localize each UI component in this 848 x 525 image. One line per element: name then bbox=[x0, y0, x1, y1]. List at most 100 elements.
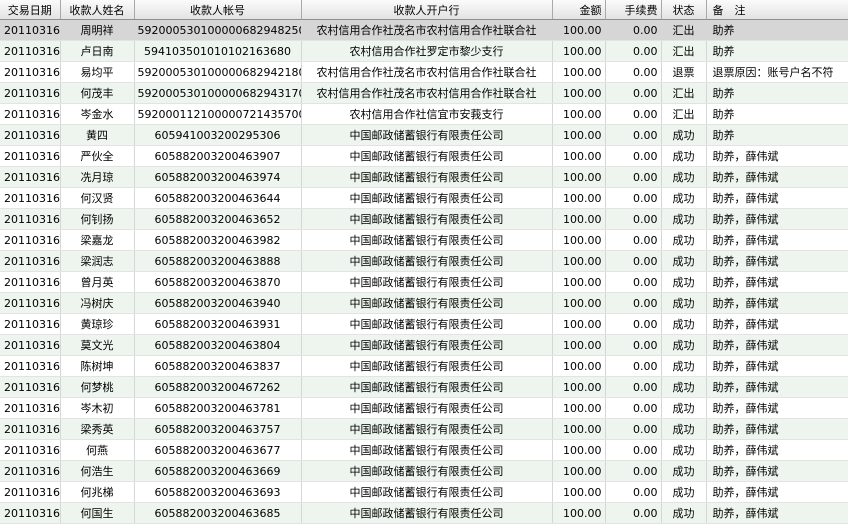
cell-amount: 100.00 bbox=[552, 376, 606, 398]
cell-payee-account: 605882003200463644 bbox=[134, 187, 302, 209]
cell-payee-bank: 中国邮政储蓄银行有限责任公司 bbox=[301, 292, 553, 314]
cell-payee-bank: 中国邮政储蓄银行有限责任公司 bbox=[301, 502, 553, 524]
cell-amount: 100.00 bbox=[552, 313, 606, 335]
cell-payee-name: 卢日南 bbox=[60, 40, 135, 62]
cell-payee-name: 岑金水 bbox=[60, 103, 135, 125]
cell-amount: 100.00 bbox=[552, 19, 606, 41]
table-row[interactable]: 20110316 曾月英 605882003200463870 中国邮政储蓄银行… bbox=[0, 271, 848, 293]
cell-payee-bank: 中国邮政储蓄银行有限责任公司 bbox=[301, 355, 553, 377]
cell-payee-bank: 中国邮政储蓄银行有限责任公司 bbox=[301, 481, 553, 503]
cell-date: 20110316 bbox=[0, 166, 61, 188]
cell-fee: 0.00 bbox=[605, 82, 662, 104]
column-header-amount[interactable]: 金额 bbox=[552, 0, 606, 20]
table-row[interactable]: 20110316 何国生 605882003200463685 中国邮政储蓄银行… bbox=[0, 502, 848, 524]
cell-date: 20110316 bbox=[0, 292, 61, 314]
cell-payee-name: 何钊扬 bbox=[60, 208, 135, 230]
cell-payee-account: 59200011210000072143570011 bbox=[134, 103, 302, 125]
cell-payee-name: 冼月琼 bbox=[60, 166, 135, 188]
cell-note: 助养，薛伟斌 bbox=[706, 271, 848, 293]
table-row[interactable]: 20110316 岑木初 605882003200463781 中国邮政储蓄银行… bbox=[0, 397, 848, 419]
table-row[interactable]: 20110316 何汉贤 605882003200463644 中国邮政储蓄银行… bbox=[0, 187, 848, 209]
cell-note: 助养，薛伟斌 bbox=[706, 292, 848, 314]
cell-amount: 100.00 bbox=[552, 208, 606, 230]
table-row[interactable]: 20110316 何浩生 605882003200463669 中国邮政储蓄银行… bbox=[0, 460, 848, 482]
cell-payee-bank: 农村信用合作社茂名市农村信用合作社联合社 bbox=[301, 82, 553, 104]
cell-status: 成功 bbox=[661, 418, 707, 440]
cell-status: 成功 bbox=[661, 481, 707, 503]
cell-date: 20110316 bbox=[0, 502, 61, 524]
cell-note: 助养，薛伟斌 bbox=[706, 313, 848, 335]
cell-status: 成功 bbox=[661, 229, 707, 251]
column-header-payee-name[interactable]: 收款人姓名 bbox=[60, 0, 135, 20]
cell-fee: 0.00 bbox=[605, 397, 662, 419]
cell-status: 成功 bbox=[661, 208, 707, 230]
column-header-date[interactable]: 交易日期 bbox=[0, 0, 61, 20]
table-row[interactable]: 20110316 何燕 605882003200463677 中国邮政储蓄银行有… bbox=[0, 439, 848, 461]
cell-payee-name: 黄琼珍 bbox=[60, 313, 135, 335]
cell-payee-account: 605882003200463940 bbox=[134, 292, 302, 314]
table-row[interactable]: 20110316 何茂丰 592000530100000682943170011… bbox=[0, 82, 848, 104]
cell-amount: 100.00 bbox=[552, 355, 606, 377]
cell-status: 成功 bbox=[661, 397, 707, 419]
table-row[interactable]: 20110316 梁秀英 605882003200463757 中国邮政储蓄银行… bbox=[0, 418, 848, 440]
cell-payee-bank: 中国邮政储蓄银行有限责任公司 bbox=[301, 460, 553, 482]
cell-note: 助养，薛伟斌 bbox=[706, 481, 848, 503]
cell-status: 退票 bbox=[661, 61, 707, 83]
table-row[interactable]: 20110316 卢日南 594103501010102163680 农村信用合… bbox=[0, 40, 848, 62]
cell-payee-account: 605882003200463693 bbox=[134, 481, 302, 503]
table-row[interactable]: 20110316 严伙全 605882003200463907 中国邮政储蓄银行… bbox=[0, 145, 848, 167]
table-row[interactable]: 20110316 岑金水 59200011210000072143570011 … bbox=[0, 103, 848, 125]
cell-payee-bank: 中国邮政储蓄银行有限责任公司 bbox=[301, 250, 553, 272]
transaction-table: 交易日期 收款人姓名 收款人帐号 收款人开户行 金额 手续费 状态 备 注 20… bbox=[0, 0, 848, 524]
table-row[interactable]: 20110316 莫文光 605882003200463804 中国邮政储蓄银行… bbox=[0, 334, 848, 356]
table-row[interactable]: 20110316 周明祥 592000530100000682948250011… bbox=[0, 19, 848, 41]
cell-payee-account: 605882003200463888 bbox=[134, 250, 302, 272]
cell-payee-name: 黄四 bbox=[60, 124, 135, 146]
cell-fee: 0.00 bbox=[605, 313, 662, 335]
cell-status: 成功 bbox=[661, 376, 707, 398]
cell-payee-account: 605882003200463652 bbox=[134, 208, 302, 230]
table-row[interactable]: 20110316 何兆梯 605882003200463693 中国邮政储蓄银行… bbox=[0, 481, 848, 503]
cell-amount: 100.00 bbox=[552, 502, 606, 524]
cell-fee: 0.00 bbox=[605, 376, 662, 398]
cell-fee: 0.00 bbox=[605, 481, 662, 503]
table-row[interactable]: 20110316 冯树庆 605882003200463940 中国邮政储蓄银行… bbox=[0, 292, 848, 314]
cell-fee: 0.00 bbox=[605, 292, 662, 314]
cell-amount: 100.00 bbox=[552, 271, 606, 293]
cell-status: 成功 bbox=[661, 250, 707, 272]
cell-payee-name: 梁秀英 bbox=[60, 418, 135, 440]
cell-date: 20110316 bbox=[0, 376, 61, 398]
column-header-status[interactable]: 状态 bbox=[661, 0, 707, 20]
table-row[interactable]: 20110316 黄四 605941003200295306 中国邮政储蓄银行有… bbox=[0, 124, 848, 146]
cell-fee: 0.00 bbox=[605, 208, 662, 230]
table-row[interactable]: 20110316 梁嘉龙 605882003200463982 中国邮政储蓄银行… bbox=[0, 229, 848, 251]
cell-payee-name: 何燕 bbox=[60, 439, 135, 461]
column-header-note[interactable]: 备 注 bbox=[706, 0, 848, 20]
table-row[interactable]: 20110316 陈树坤 605882003200463837 中国邮政储蓄银行… bbox=[0, 355, 848, 377]
table-row[interactable]: 20110316 黄琼珍 605882003200463931 中国邮政储蓄银行… bbox=[0, 313, 848, 335]
table-row[interactable]: 20110316 冼月琼 605882003200463974 中国邮政储蓄银行… bbox=[0, 166, 848, 188]
cell-payee-account: 605882003200463907 bbox=[134, 145, 302, 167]
cell-payee-bank: 中国邮政储蓄银行有限责任公司 bbox=[301, 397, 553, 419]
cell-note: 助养，薛伟斌 bbox=[706, 166, 848, 188]
cell-fee: 0.00 bbox=[605, 61, 662, 83]
table-row[interactable]: 20110316 梁润志 605882003200463888 中国邮政储蓄银行… bbox=[0, 250, 848, 272]
cell-payee-account: 605882003200463870 bbox=[134, 271, 302, 293]
cell-date: 20110316 bbox=[0, 82, 61, 104]
cell-status: 汇出 bbox=[661, 19, 707, 41]
cell-payee-bank: 中国邮政储蓄银行有限责任公司 bbox=[301, 124, 553, 146]
cell-status: 成功 bbox=[661, 145, 707, 167]
column-header-payee-bank[interactable]: 收款人开户行 bbox=[301, 0, 553, 20]
table-row[interactable]: 20110316 何钊扬 605882003200463652 中国邮政储蓄银行… bbox=[0, 208, 848, 230]
cell-payee-account: 605882003200467262 bbox=[134, 376, 302, 398]
cell-amount: 100.00 bbox=[552, 418, 606, 440]
cell-payee-account: 605882003200463685 bbox=[134, 502, 302, 524]
column-header-payee-account[interactable]: 收款人帐号 bbox=[134, 0, 302, 20]
cell-payee-bank: 农村信用合作社茂名市农村信用合作社联合社 bbox=[301, 19, 553, 41]
cell-payee-account: 605882003200463669 bbox=[134, 460, 302, 482]
table-row[interactable]: 20110316 易均平 592000530100000682942180011… bbox=[0, 61, 848, 83]
cell-date: 20110316 bbox=[0, 334, 61, 356]
cell-payee-name: 何汉贤 bbox=[60, 187, 135, 209]
table-row[interactable]: 20110316 何梦桃 605882003200467262 中国邮政储蓄银行… bbox=[0, 376, 848, 398]
column-header-fee[interactable]: 手续费 bbox=[605, 0, 662, 20]
